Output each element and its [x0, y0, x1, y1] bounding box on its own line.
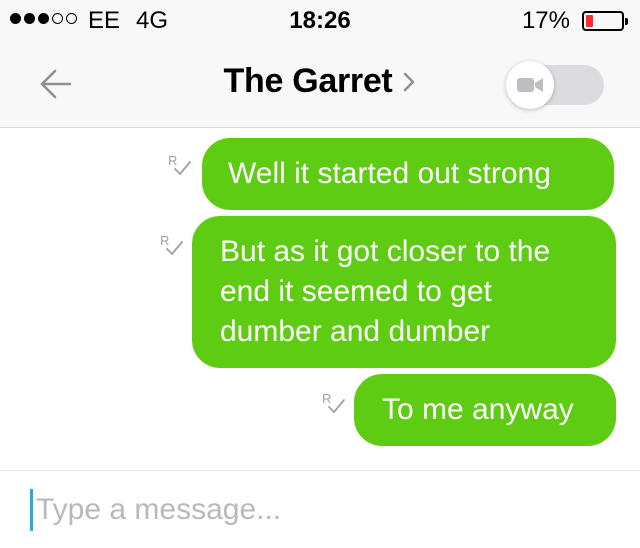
- read-receipt-icon: R: [322, 391, 345, 413]
- read-receipt-icon: R: [160, 233, 183, 255]
- message-bubble[interactable]: But as it got closer to the end it seeme…: [192, 216, 616, 368]
- message-input[interactable]: [28, 489, 608, 531]
- battery-percent: 17%: [521, 7, 570, 34]
- conversation-title-button[interactable]: The Garret: [224, 62, 417, 101]
- message-bubble[interactable]: Well it started out strong: [202, 138, 614, 210]
- svg-text:R: R: [160, 233, 169, 248]
- status-bar: EE 4G 18:26 17%: [0, 0, 640, 42]
- message-text: But as it got closer to the end it seeme…: [220, 235, 551, 348]
- toggle-knob: [506, 61, 554, 109]
- message-composer: [0, 470, 640, 548]
- svg-text:R: R: [168, 153, 177, 168]
- message-bubble[interactable]: To me anyway: [354, 374, 616, 446]
- navigation-bar: The Garret: [0, 42, 640, 128]
- conversation-title: The Garret: [223, 62, 393, 100]
- video-call-toggle[interactable]: [506, 61, 604, 109]
- battery-icon: [582, 11, 628, 31]
- video-camera-icon: [517, 78, 543, 92]
- text-caret: [30, 489, 33, 531]
- message-text: Well it started out strong: [228, 157, 551, 190]
- message-text: To me anyway: [382, 393, 574, 426]
- svg-text:R: R: [322, 391, 331, 406]
- chevron-right-icon: [404, 72, 415, 91]
- read-receipt-icon: R: [168, 153, 191, 175]
